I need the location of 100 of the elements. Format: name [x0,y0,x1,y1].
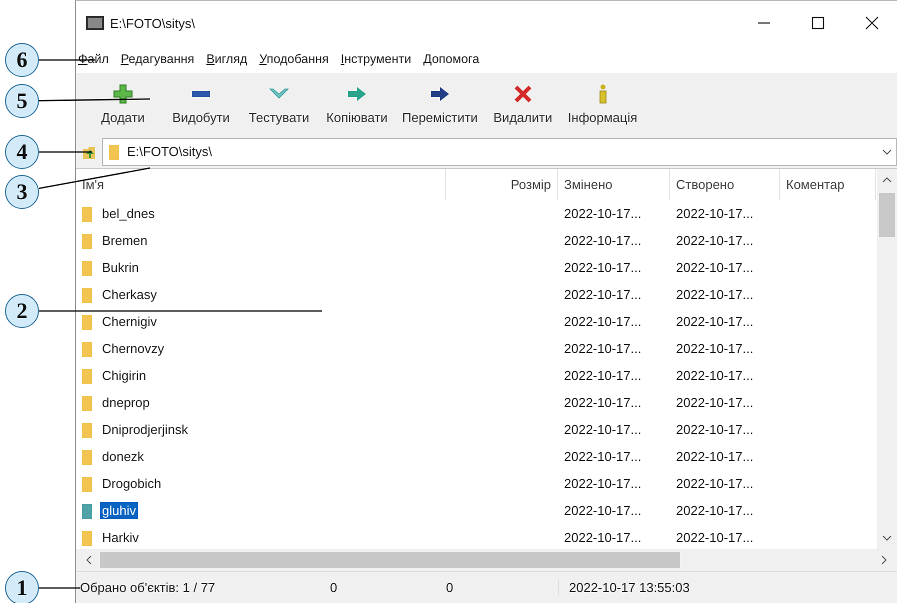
minus-icon [192,90,210,97]
window-title: E:\FOTO\sitys\ [110,16,195,31]
folder-icon [82,422,92,438]
toolbar-button[interactable]: Додати [84,80,162,129]
toolbar-button[interactable]: Копіювати [318,80,396,129]
callout-number: 3 [5,175,39,209]
address-field[interactable]: E:\FOTO\sitys\ [102,138,897,166]
leader-line [39,587,80,589]
column-header[interactable]: Ім'я [76,169,446,200]
folder-icon [82,394,92,411]
file-name[interactable]: Dniprodjerjinsk [100,421,190,438]
close-icon[interactable] [865,16,879,30]
toolbar-button[interactable]: Тестувати [240,80,318,129]
leader-line [39,59,95,61]
status-text: 2022-10-17 13:55:03 [568,580,690,596]
file-name[interactable]: Harkiv [100,529,141,546]
table-cell-text: 2022-10-17... [563,449,642,464]
table-cell-text: 2022-10-17... [563,395,642,410]
scrollbar[interactable] [877,169,897,550]
maximize-icon[interactable] [811,16,825,30]
folder-icon [82,476,92,492]
plus-icon [113,84,133,104]
file-name[interactable]: Chernovzy [100,340,166,358]
table-cell-text: 2022-10-17... [675,449,754,464]
table-cell-text: 2022-10-17... [563,476,642,492]
toolbar-button[interactable]: Інформація [562,80,644,129]
table-cell-text: 2022-10-17... [563,314,642,330]
toolbar-button[interactable]: Видалити [484,80,562,129]
menu-item[interactable]: Вигляд [206,52,248,66]
table-cell-text: 2022-10-17... [563,260,642,276]
table-cell-text: 2022-10-17... [675,287,754,302]
table-cell-text: 2022-10-17... [563,368,642,384]
column-header[interactable]: Коментар [780,169,876,200]
table-cell-text: 2022-10-17... [563,206,642,222]
folder-icon [82,286,92,303]
table-cell-text: 2022-10-17... [675,341,754,356]
table-cell-text: 2022-10-17... [675,206,754,222]
leader-line [39,151,92,153]
file-name[interactable]: Bremen [100,232,150,250]
scroll-up-icon[interactable] [882,177,892,184]
file-name[interactable]: Cherkasy [100,286,159,304]
callout-number: 6 [5,43,39,77]
file-name[interactable]: gluhiv [100,502,138,520]
scrollbar[interactable] [76,549,897,572]
table-cell-text: 2022-10-17... [675,233,754,248]
folder-icon [82,368,92,384]
table-cell-text: 2022-10-17... [563,233,642,248]
column-header[interactable]: Змінено [558,169,670,200]
status-text: 0 [329,580,338,596]
scroll-right-icon[interactable] [881,555,887,566]
folder-icon [82,340,92,357]
folder-icon [82,260,92,276]
scroll-down-icon[interactable] [882,535,892,542]
table-cell-text: 2022-10-17... [563,341,642,356]
folder-icon [82,232,92,249]
table-cell-text: 2022-10-17... [563,503,642,518]
scroll-left-icon[interactable] [86,555,92,566]
file-name[interactable]: Drogobich [100,475,164,492]
file-name[interactable]: dneprop [100,394,152,412]
menu-item[interactable]: Допомога [423,52,480,66]
scroll-thumb[interactable] [879,193,895,238]
file-name[interactable]: Chernigiv [100,313,159,330]
callout-number: 1 [5,571,39,603]
file-name[interactable]: Chigirin [100,367,148,384]
table-cell-text: 2022-10-17... [563,422,642,438]
cross-icon [512,84,533,104]
status-text: 0 [442,580,559,596]
dropdown-icon[interactable] [882,148,892,155]
table-cell-text: 2022-10-17... [675,260,754,276]
table-cell-text: 2022-10-17... [563,530,642,546]
column-header[interactable]: Розмір [446,169,558,200]
menu-item[interactable]: Інструменти [340,52,412,66]
folder-icon [82,502,92,519]
table-cell-text: 2022-10-17... [675,314,754,330]
folder-icon [82,530,92,546]
file-name[interactable]: Bukrin [100,259,141,276]
file-name[interactable]: bel_dnes [100,205,157,222]
table-cell-text: 2022-10-17... [675,476,754,492]
table-cell-text: 2022-10-17... [563,287,642,302]
folder-icon [82,206,92,222]
folder-icon [82,448,92,465]
toolbar-button[interactable]: Видобути [162,80,240,129]
scroll-thumb[interactable] [100,552,680,568]
folder-icon [82,314,92,330]
folder-icon [109,144,119,160]
callout-number: 5 [5,84,39,118]
column-header[interactable]: Створено [670,169,780,200]
table-cell-text: 2022-10-17... [675,395,754,410]
toolbar-button[interactable]: Перемістити [396,80,484,129]
file-name[interactable]: donezk [100,448,146,466]
status-text: Обрано об'єктів: 1 / 77 [79,580,216,596]
table-cell-text: 2022-10-17... [675,368,754,384]
table-cell-text: 2022-10-17... [675,503,754,518]
table-cell-text: 2022-10-17... [675,422,754,438]
callout-number: 2 [5,294,39,328]
app-icon [86,16,104,30]
menu-item[interactable]: Редагування [120,52,194,66]
table-cell-text: 2022-10-17... [675,530,754,546]
menu-item[interactable]: Уподобання [259,52,329,66]
callout-number: 4 [5,135,39,169]
